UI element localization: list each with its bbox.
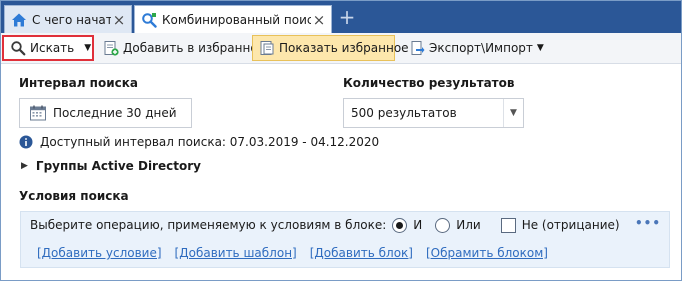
conditions-heading: Условия поиска	[19, 189, 129, 203]
close-tab-icon[interactable]: ×	[311, 12, 327, 28]
tab-label: Комбинированный поиск	[162, 12, 311, 27]
ad-groups-label: Группы Active Directory	[35, 159, 201, 173]
tab-label: С чего начать	[32, 12, 111, 27]
add-block-link[interactable]: [Добавить блок]	[310, 246, 413, 260]
operation-prompt: Выберите операцию, применяемую к условия…	[30, 218, 387, 232]
chevron-right-icon: ▶	[21, 161, 28, 171]
add-favorite-icon	[103, 40, 119, 56]
tab-bar: С чего начать × Комбинированный поиск × …	[1, 1, 681, 33]
tab-getting-started[interactable]: С чего начать ×	[4, 5, 132, 33]
radio-and-label: И	[413, 218, 423, 232]
interval-dropdown[interactable]: Последние 30 дней	[19, 98, 192, 128]
results-count-value: 500 результатов	[351, 106, 457, 120]
checkbox-not-label: Не (отрицание)	[521, 218, 620, 232]
search-button-label: Искать	[30, 41, 75, 55]
show-favorites-button[interactable]: Показать избранное	[252, 35, 409, 61]
wrap-in-block-link[interactable]: [Обрамить блоком]	[426, 246, 548, 260]
radio-and[interactable]	[392, 217, 408, 233]
operation-selector: Выберите операцию, применяемую к условия…	[30, 215, 620, 235]
search-tab-icon	[141, 12, 157, 28]
home-icon	[11, 12, 27, 28]
chevron-down-icon[interactable]: ▼	[537, 43, 544, 53]
calendar-icon	[29, 104, 47, 122]
results-count-heading: Количество результатов	[343, 76, 515, 90]
ad-groups-expander[interactable]: ▶ Группы Active Directory	[21, 158, 201, 174]
tab-combined-search[interactable]: Комбинированный поиск ×	[134, 5, 332, 33]
close-tab-icon[interactable]: ×	[111, 12, 127, 28]
condition-actions: [Добавить условие] [Добавить шаблон] [До…	[37, 244, 561, 262]
export-import-button[interactable]: Экспорт\Импорт ▼	[403, 35, 544, 61]
radio-or-label: Или	[456, 218, 481, 232]
add-condition-link[interactable]: [Добавить условие]	[37, 246, 162, 260]
interval-heading: Интервал поиска	[19, 76, 138, 90]
info-icon	[19, 135, 33, 149]
conditions-block: Выберите операцию, применяемую к условия…	[20, 211, 670, 268]
favorites-list-icon	[259, 40, 275, 56]
available-interval-text: Доступный интервал поиска: 07.03.2019 - …	[40, 135, 380, 149]
add-template-link[interactable]: [Добавить шаблон]	[175, 246, 297, 260]
add-to-favorites-button[interactable]: Добавить в избранное	[97, 35, 265, 61]
new-tab-icon[interactable]: +	[338, 7, 356, 27]
magnifier-icon	[10, 40, 26, 56]
export-import-label: Экспорт\Импорт	[429, 41, 533, 55]
chevron-down-icon[interactable]: ▼	[503, 99, 523, 127]
show-favorites-label: Показать избранное	[279, 41, 409, 55]
toolbar: Искать ▼ Добавить в избранное Показать и…	[1, 33, 681, 64]
search-button[interactable]: Искать ▼	[2, 35, 94, 61]
export-import-icon	[409, 40, 425, 56]
chevron-down-icon[interactable]: ▼	[84, 43, 91, 53]
interval-value: Последние 30 дней	[53, 106, 177, 120]
available-interval-info: Доступный интервал поиска: 07.03.2019 - …	[19, 134, 379, 150]
radio-or[interactable]	[435, 217, 451, 233]
app-window: С чего начать × Комбинированный поиск × …	[0, 0, 682, 281]
results-count-dropdown[interactable]: 500 результатов ▼	[343, 98, 524, 128]
add-to-favorites-label: Добавить в избранное	[123, 41, 266, 55]
checkbox-not[interactable]	[500, 217, 516, 233]
more-options-icon[interactable]: •••	[635, 216, 661, 230]
